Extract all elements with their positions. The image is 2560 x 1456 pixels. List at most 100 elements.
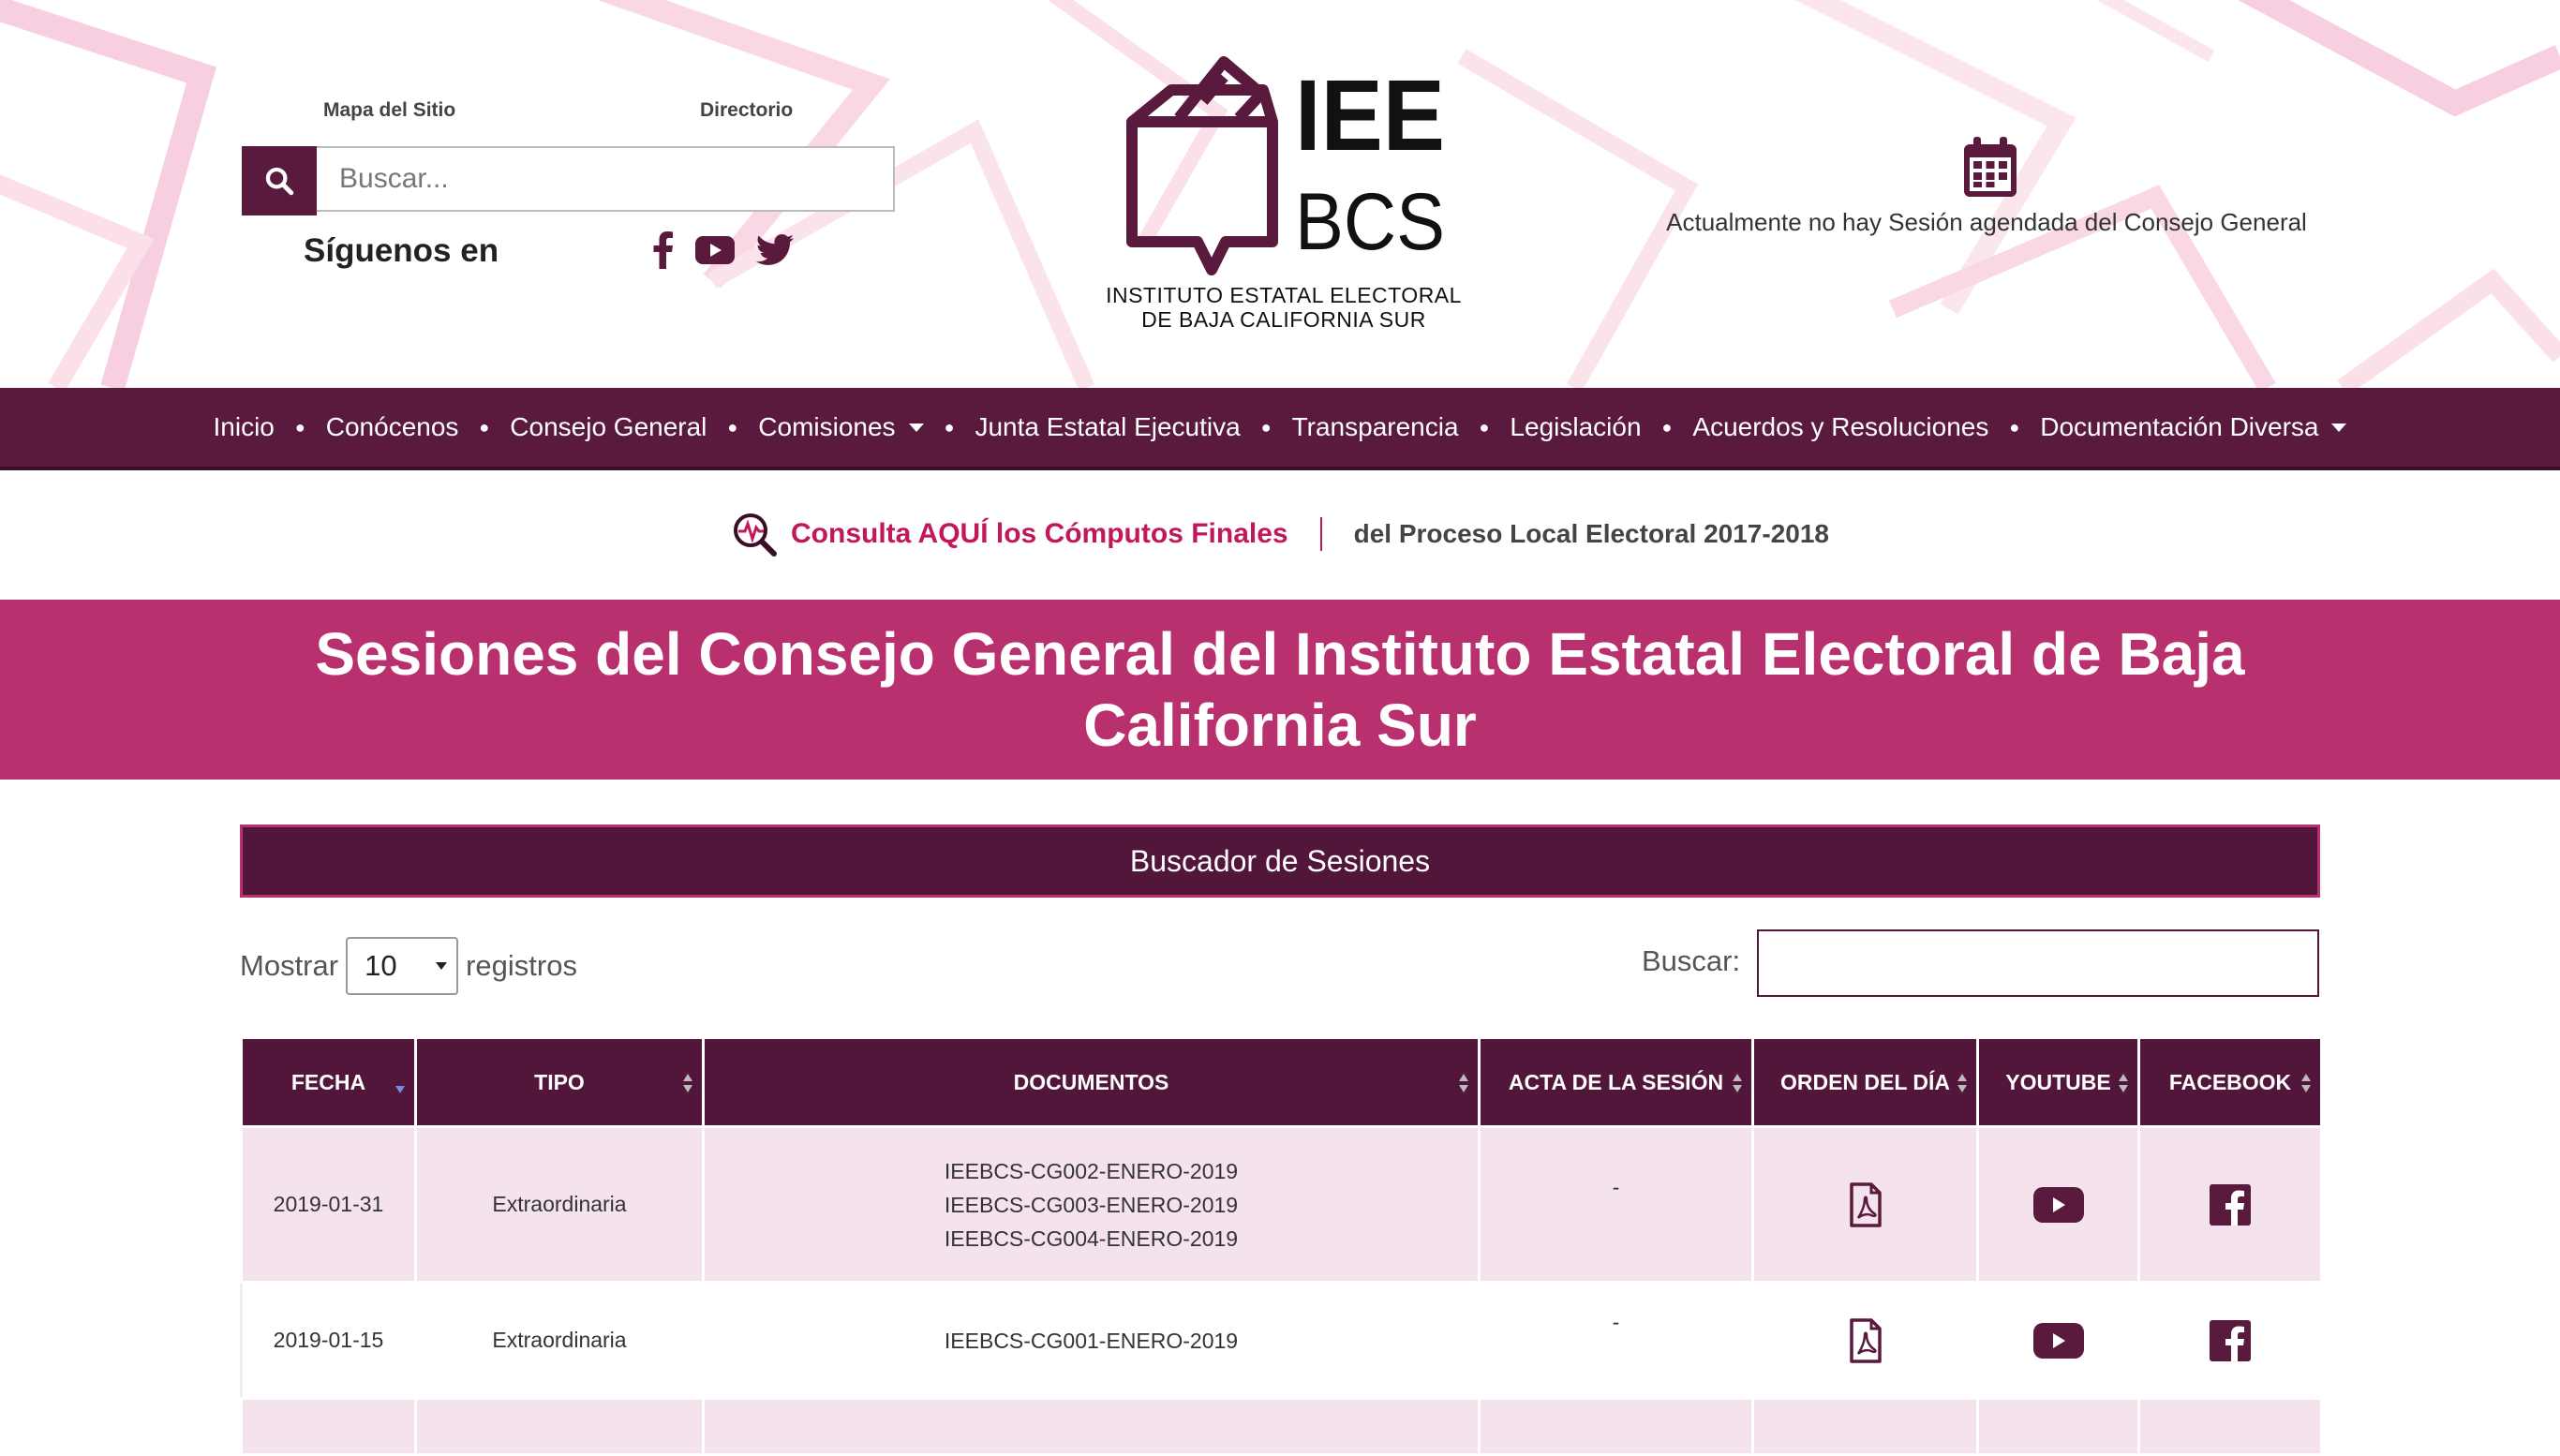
nav-transparencia[interactable]: Transparencia bbox=[1292, 412, 1459, 442]
document-link[interactable]: IEEBCS-CG001-ENERO-2019 bbox=[705, 1324, 1478, 1358]
col-facebook[interactable]: FACEBOOK bbox=[2137, 1036, 2323, 1128]
sort-desc-icon bbox=[395, 1086, 405, 1093]
search-button[interactable] bbox=[242, 146, 317, 215]
nav-separator: ● bbox=[944, 417, 955, 437]
nav-separator: ● bbox=[479, 417, 490, 437]
nav-separator: ● bbox=[294, 417, 305, 437]
nav-junta-estatal-ejecutiva[interactable]: Junta Estatal Ejecutiva bbox=[975, 412, 1240, 442]
cell-tipo bbox=[414, 1397, 705, 1456]
youtube-link[interactable] bbox=[694, 231, 736, 269]
page-title-band: Sesiones del Consejo General del Institu… bbox=[0, 600, 2560, 780]
pdf-icon bbox=[1849, 1317, 1882, 1363]
logo-mark-bottom: BCS bbox=[1295, 177, 1445, 267]
iee-bcs-logo[interactable]: IEE BCS bbox=[1123, 54, 1469, 279]
cell-tipo: Extraordinaria bbox=[414, 1125, 705, 1284]
cell-tipo: Extraordinaria bbox=[414, 1281, 705, 1400]
page-length-select[interactable]: 10 bbox=[346, 937, 459, 995]
proceso-electoral-text: del Proceso Local Electoral 2017-2018 bbox=[1353, 519, 1829, 548]
cell-orden[interactable] bbox=[1751, 1125, 1979, 1284]
sitemap-link[interactable]: Mapa del Sitio bbox=[323, 99, 455, 122]
table-row: 2019-01-31 Extraordinaria IEEBCS-CG002-E… bbox=[240, 1125, 2323, 1284]
youtube-icon bbox=[695, 236, 735, 264]
page-length-control: Mostrar 10 registros bbox=[240, 937, 577, 995]
nav-separator: ● bbox=[1661, 417, 1673, 437]
col-orden[interactable]: ORDEN DEL DÍA bbox=[1751, 1036, 1979, 1128]
directory-link[interactable]: Directorio bbox=[700, 99, 793, 122]
table-search-label: Buscar: bbox=[1642, 944, 1741, 977]
twitter-icon bbox=[756, 234, 794, 265]
col-fecha[interactable]: FECHA bbox=[240, 1036, 417, 1128]
cell-orden[interactable] bbox=[1751, 1397, 1979, 1456]
col-tipo[interactable]: TIPO bbox=[414, 1036, 705, 1128]
cell-facebook[interactable] bbox=[2137, 1281, 2323, 1400]
nav-conocenos[interactable]: Conócenos bbox=[326, 412, 459, 442]
cell-facebook[interactable] bbox=[2137, 1125, 2323, 1284]
cell-orden[interactable] bbox=[1751, 1281, 1979, 1400]
banner-divider bbox=[1319, 517, 1322, 551]
nav-comisiones-label: Comisiones bbox=[758, 412, 896, 441]
table-header-row: FECHA TIPO DOCUMENTOS ACTA DE LA SESIÓN … bbox=[240, 1036, 2323, 1128]
computos-banner: Consulta AQUÍ los Cómputos Finales del P… bbox=[0, 506, 2560, 562]
sessions-table: FECHA TIPO DOCUMENTOS ACTA DE LA SESIÓN … bbox=[240, 1036, 2323, 1456]
cell-acta bbox=[1478, 1397, 1754, 1456]
facebook-icon bbox=[2210, 1319, 2251, 1361]
calendar-icon bbox=[1964, 137, 2017, 197]
nav-acuerdos-resoluciones[interactable]: Acuerdos y Resoluciones bbox=[1692, 412, 1988, 442]
col-acta-label: ACTA DE LA SESIÓN bbox=[1508, 1069, 1724, 1094]
col-documentos[interactable]: DOCUMENTOS bbox=[702, 1036, 1481, 1128]
logo-line-1: INSTITUTO ESTATAL ELECTORAL bbox=[1106, 283, 1462, 307]
cell-fecha: 2019-01-31 bbox=[240, 1125, 417, 1284]
table-search-input[interactable] bbox=[1757, 929, 2319, 997]
facebook-icon bbox=[2210, 1183, 2251, 1226]
search-input[interactable] bbox=[317, 146, 895, 212]
nav-separator: ● bbox=[1260, 417, 1272, 437]
nav-inicio[interactable]: Inicio bbox=[214, 412, 275, 442]
sort-icon bbox=[1459, 1074, 1468, 1092]
sort-icon bbox=[2301, 1074, 2311, 1092]
nav-separator: ● bbox=[1479, 417, 1490, 437]
col-tipo-label: TIPO bbox=[534, 1069, 585, 1094]
ballot-box-icon: IEE BCS bbox=[1126, 56, 1445, 275]
nav-consejo-general[interactable]: Consejo General bbox=[510, 412, 707, 442]
document-link[interactable]: IEEBCS-CG004-ENERO-2019 bbox=[705, 1222, 1478, 1255]
cell-fecha bbox=[240, 1397, 417, 1456]
document-link[interactable]: IEEBCS-CG003-ENERO-2019 bbox=[705, 1188, 1478, 1222]
table-row: 2019-01-15 Extraordinaria IEEBCS-CG001-E… bbox=[240, 1281, 2323, 1400]
col-youtube-label: YOUTUBE bbox=[2005, 1069, 2111, 1094]
cell-youtube[interactable] bbox=[1976, 1397, 2140, 1456]
nav-documentacion-diversa[interactable]: Documentación Diversa bbox=[2040, 412, 2347, 442]
col-acta[interactable]: ACTA DE LA SESIÓN bbox=[1478, 1036, 1754, 1128]
show-label: Mostrar bbox=[240, 949, 339, 982]
records-label: registros bbox=[466, 949, 577, 982]
youtube-icon bbox=[2032, 1322, 2084, 1359]
sort-icon bbox=[1733, 1074, 1742, 1092]
cell-facebook[interactable] bbox=[2137, 1397, 2323, 1456]
sort-icon bbox=[683, 1074, 692, 1092]
nav-comisiones[interactable]: Comisiones bbox=[758, 412, 924, 442]
logo-line-2: DE BAJA CALIFORNIA SUR bbox=[1141, 307, 1426, 332]
nav-legislacion[interactable]: Legislación bbox=[1510, 412, 1641, 442]
buscador-header: Buscador de Sesiones bbox=[240, 825, 2320, 898]
cell-documentos: IEEBCS-CG001-ENERO-2019 bbox=[702, 1281, 1481, 1400]
nav-documentacion-label: Documentación Diversa bbox=[2040, 412, 2319, 441]
computos-link[interactable]: Consulta AQUÍ los Cómputos Finales bbox=[791, 518, 1288, 550]
cell-documentos bbox=[702, 1397, 1481, 1456]
cell-documentos: IEEBCS-CG002-ENERO-2019 IEEBCS-CG003-ENE… bbox=[702, 1125, 1481, 1284]
twitter-link[interactable] bbox=[754, 231, 796, 269]
cell-youtube[interactable] bbox=[1976, 1125, 2140, 1284]
follow-label: Síguenos en bbox=[304, 232, 499, 269]
logo-mark-top: IEE bbox=[1295, 58, 1445, 171]
calendar-link[interactable] bbox=[1962, 137, 2018, 199]
search-chart-icon bbox=[734, 513, 777, 557]
facebook-link[interactable] bbox=[643, 231, 684, 269]
page-title: Sesiones del Consejo General del Institu… bbox=[315, 620, 2245, 759]
col-orden-label: ORDEN DEL DÍA bbox=[1779, 1069, 1951, 1094]
col-youtube[interactable]: YOUTUBE bbox=[1976, 1036, 2140, 1128]
search-icon bbox=[265, 167, 294, 196]
document-link[interactable]: IEEBCS-CG002-ENERO-2019 bbox=[705, 1154, 1478, 1188]
caret-down-icon bbox=[908, 423, 924, 432]
page-length-value: 10 bbox=[365, 949, 397, 982]
cell-youtube[interactable] bbox=[1976, 1281, 2140, 1400]
table-row bbox=[240, 1397, 2323, 1456]
cell-acta: - bbox=[1478, 1125, 1754, 1284]
